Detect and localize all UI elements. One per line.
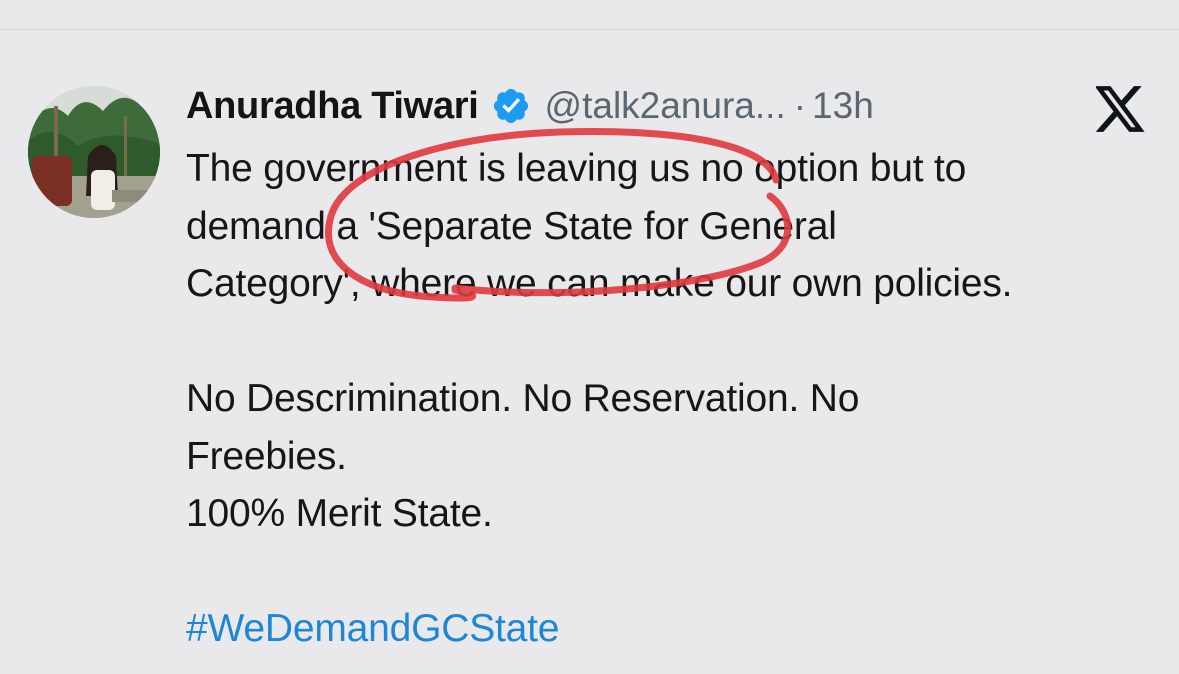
tweet-text: The government is leaving us no option b… [186, 140, 1166, 658]
post-time[interactable]: 13h [812, 85, 874, 127]
hashtag-link[interactable]: #WeDemandGCState [186, 600, 1166, 658]
verified-badge-icon [491, 86, 531, 126]
tweet-line: The government is leaving us no option b… [186, 147, 967, 190]
avatar[interactable] [28, 86, 160, 218]
tweet-line: Category', where we can make our own pol… [186, 262, 1013, 305]
tweet-line: demand a 'Separate State for General [186, 204, 837, 248]
tweet-line: No Descrimination. No Reservation. No [186, 377, 860, 420]
tweet-line: Freebies. [186, 434, 347, 478]
meta-separator: · [793, 85, 807, 126]
avatar-image [28, 86, 160, 218]
author-name[interactable]: Anuradha Tiwari [186, 85, 479, 128]
author-handle[interactable]: @talk2anura... [545, 85, 786, 127]
x-logo-icon[interactable] [1094, 86, 1146, 132]
top-divider [0, 29, 1179, 30]
tweet-header: Anuradha Tiwari @talk2anura... · 13h [186, 80, 874, 132]
tweet-line: 100% Merit State. [186, 492, 493, 535]
